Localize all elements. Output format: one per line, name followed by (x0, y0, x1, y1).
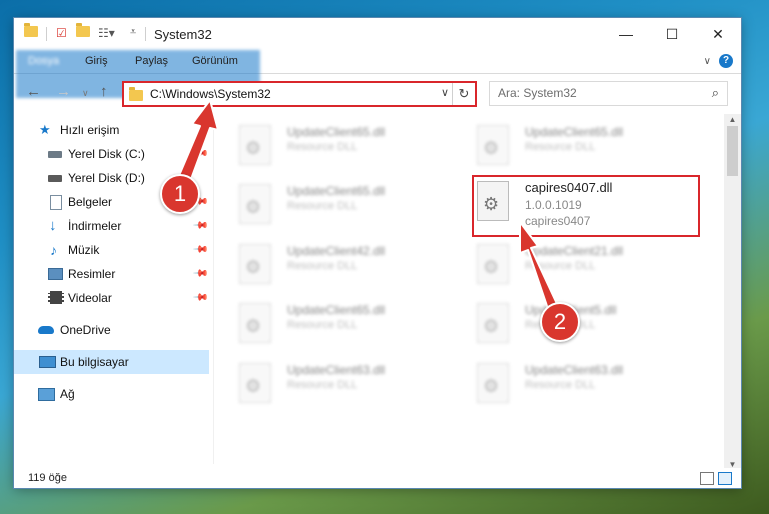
download-icon: ↓ (49, 217, 57, 234)
sidebar-item-videos[interactable]: Videolar 📌 (14, 286, 209, 310)
dll-file-icon (239, 125, 271, 165)
file-item[interactable]: UpdateClient65.dll Resource DLL (229, 180, 449, 228)
sidebar-item-onedrive[interactable]: OneDrive (14, 318, 209, 342)
dll-file-icon (239, 184, 271, 224)
window-title: System32 (154, 27, 212, 42)
customize-icon[interactable]: ☷▾ (98, 26, 115, 42)
close-button[interactable]: ✕ (695, 18, 741, 50)
file-item[interactable]: UpdateClient65.dll Resource DLL (467, 121, 687, 169)
highlight-box-file (472, 175, 700, 237)
folder-icon (24, 23, 38, 42)
sidebar-item-network[interactable]: Ağ (14, 382, 209, 406)
ribbon-tabs: Dosya Giriş Paylaş Görünüm ∨ ? (14, 50, 741, 98)
sidebar-item-quick-access[interactable]: ★ Hızlı erişim (14, 118, 209, 142)
status-bar: 119 öğe (14, 468, 741, 488)
dll-file-icon (239, 363, 271, 403)
address-bar[interactable]: C:\Windows\System32 ∨ ↻ (122, 81, 477, 107)
pin-icon[interactable]: 📌 (187, 237, 213, 263)
dll-file-icon (477, 244, 509, 284)
network-icon (38, 388, 55, 401)
pictures-icon (48, 268, 63, 280)
dll-file-icon (477, 125, 509, 165)
annotation-badge-2: 2 (540, 302, 580, 342)
pin-icon[interactable]: 📌 (187, 261, 213, 287)
file-item[interactable]: UpdateClient21.dll Resource DLL (467, 240, 687, 288)
sidebar-item-pictures[interactable]: Resimler 📌 (14, 262, 209, 286)
scroll-up-icon[interactable]: ▲ (724, 115, 741, 124)
computer-icon (39, 356, 56, 368)
properties-icon[interactable]: ☑ (56, 26, 67, 42)
star-icon: ★ (39, 122, 51, 137)
music-icon: ♪ (50, 242, 57, 258)
forward-arrow-icon[interactable]: → (56, 83, 71, 100)
file-list: UpdateClient65.dll Resource DLL UpdateCl… (219, 113, 722, 465)
drive-icon (48, 175, 62, 182)
address-dropdown-icon[interactable]: ∨ (441, 86, 449, 99)
sidebar-item-downloads[interactable]: ↓ İndirmeler 📌 (14, 214, 209, 238)
maximize-button[interactable]: ☐ (649, 18, 695, 50)
pin-icon[interactable]: 📌 (187, 141, 213, 167)
dll-file-icon (477, 303, 509, 343)
dll-file-icon (477, 363, 509, 403)
navigation-pane: ★ Hızlı erişim Yerel Disk (C:) 📌 Yerel D… (14, 114, 209, 472)
cloud-icon (38, 326, 54, 334)
large-icons-view-icon[interactable] (718, 472, 732, 485)
search-icon[interactable]: ⌕ (712, 85, 719, 101)
file-item[interactable]: UpdateClient65.dll Resource DLL (229, 121, 449, 169)
back-arrow-icon[interactable]: ← (26, 83, 41, 100)
sidebar-item-this-pc[interactable]: Bu bilgisayar (14, 350, 209, 374)
annotation-badge-1: 1 (160, 174, 200, 214)
sidebar-item-local-disk-c[interactable]: Yerel Disk (C:) 📌 (14, 142, 209, 166)
drive-icon (48, 151, 62, 158)
address-path[interactable]: C:\Windows\System32 (150, 87, 271, 101)
minimize-button[interactable]: — (603, 18, 649, 50)
file-item[interactable]: UpdateClient42.dll Resource DLL (229, 240, 449, 288)
dll-file-icon (239, 244, 271, 284)
dll-file-icon (239, 303, 271, 343)
tab-view[interactable]: Görünüm (181, 50, 249, 73)
quick-access-dropdown-icon[interactable]: ⩡ (130, 26, 136, 42)
search-input[interactable]: Ara: System32 (498, 86, 577, 100)
expand-ribbon-icon[interactable]: ∨ (704, 56, 711, 67)
refresh-icon[interactable]: ↻ (452, 83, 475, 105)
pin-icon[interactable]: 📌 (187, 285, 213, 311)
tab-share[interactable]: Paylaş (124, 50, 179, 73)
recent-dropdown-icon[interactable]: ∨ (82, 88, 89, 99)
folder-icon (129, 87, 143, 101)
navigation-bar: ← → ∨ ↑ C:\Windows\System32 ∨ ↻ Ara: Sys… (14, 74, 741, 110)
title-bar: ☑ ☷▾ ⩡ System32 — ☐ ✕ (14, 18, 741, 50)
item-count: 119 öğe (28, 472, 67, 484)
scroll-thumb[interactable] (727, 126, 738, 176)
file-item[interactable]: UpdateClient63.dll Resource DLL (229, 359, 449, 407)
details-view-icon[interactable] (700, 472, 714, 485)
pin-icon[interactable]: 📌 (187, 213, 213, 239)
search-box[interactable]: Ara: System32 ⌕ (489, 81, 728, 106)
vertical-scrollbar[interactable]: ▲ ▼ (724, 114, 741, 470)
sidebar-item-music[interactable]: ♪ Müzik 📌 (14, 238, 209, 262)
videos-icon (48, 291, 64, 304)
new-folder-icon[interactable] (76, 23, 90, 42)
up-arrow-icon[interactable]: ↑ (100, 83, 108, 100)
explorer-window: ☑ ☷▾ ⩡ System32 — ☐ ✕ Dosya Giriş Paylaş… (14, 18, 741, 488)
documents-icon (50, 195, 62, 210)
file-item[interactable]: UpdateClient63.dll Resource DLL (467, 359, 687, 407)
help-icon[interactable]: ? (719, 54, 733, 68)
tab-home[interactable]: Giriş (74, 50, 119, 73)
file-item[interactable]: UpdateClient65.dll Resource DLL (229, 299, 449, 347)
